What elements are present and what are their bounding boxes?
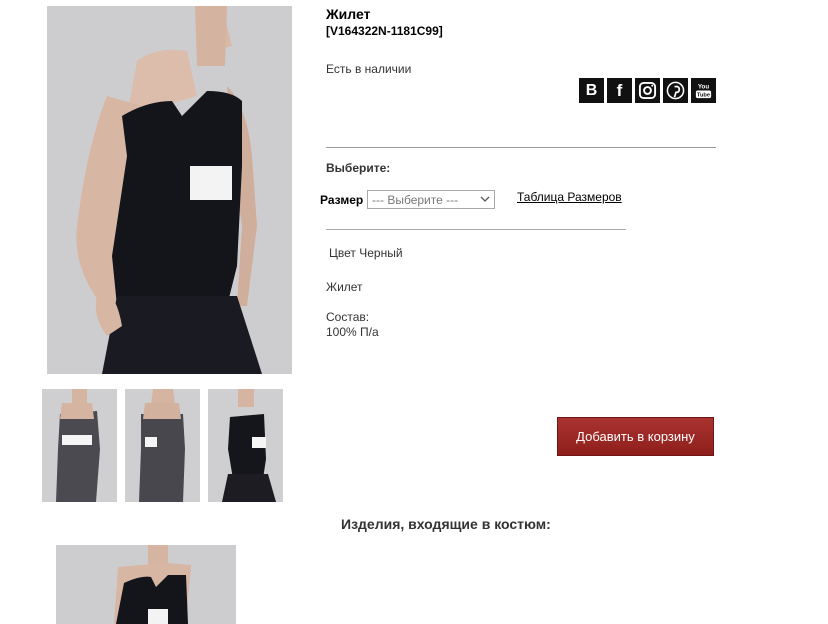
youtube-share-button[interactable]: You Tube — [691, 78, 716, 103]
size-chart-link[interactable]: Таблица Размеров — [517, 190, 622, 204]
product-thumbnail[interactable] — [125, 389, 200, 502]
facebook-share-button[interactable]: f — [607, 78, 632, 103]
pinterest-share-button[interactable] — [663, 78, 688, 103]
product-description: Жилет — [326, 280, 363, 294]
size-label: Размер — [320, 193, 364, 207]
product-main-image — [47, 6, 292, 374]
facebook-icon: f — [616, 80, 623, 100]
product-thumbnail[interactable] — [42, 389, 117, 502]
product-sku: [V164322N-1181C99] — [326, 24, 443, 38]
product-title: Жилет — [326, 6, 371, 22]
divider — [326, 229, 626, 230]
divider — [326, 147, 716, 148]
svg-text:Tube: Tube — [697, 93, 710, 99]
size-select[interactable]: --- Выберите --- — [367, 190, 495, 209]
product-thumbnail[interactable] — [208, 389, 283, 502]
vk-icon: B — [585, 81, 598, 99]
composition-value: 100% П/а — [326, 325, 379, 339]
chevron-down-icon — [480, 196, 490, 202]
svg-text:You: You — [698, 84, 709, 91]
suit-items-heading: Изделия, входящие в костюм: — [341, 516, 551, 532]
pinterest-icon — [666, 81, 685, 100]
size-select-value: --- Выберите --- — [372, 193, 459, 207]
options-heading: Выберите: — [326, 161, 391, 175]
vk-share-button[interactable]: B — [579, 78, 604, 103]
add-to-cart-button[interactable]: Добавить в корзину — [557, 417, 714, 456]
suit-item-image[interactable] — [56, 545, 236, 624]
instagram-share-button[interactable] — [635, 78, 660, 103]
youtube-icon: You Tube — [695, 84, 712, 99]
stock-status: Есть в наличии — [326, 62, 412, 76]
composition-label: Состав: — [326, 310, 370, 324]
instagram-icon — [638, 81, 657, 100]
product-color: Цвет Черный — [329, 246, 403, 260]
